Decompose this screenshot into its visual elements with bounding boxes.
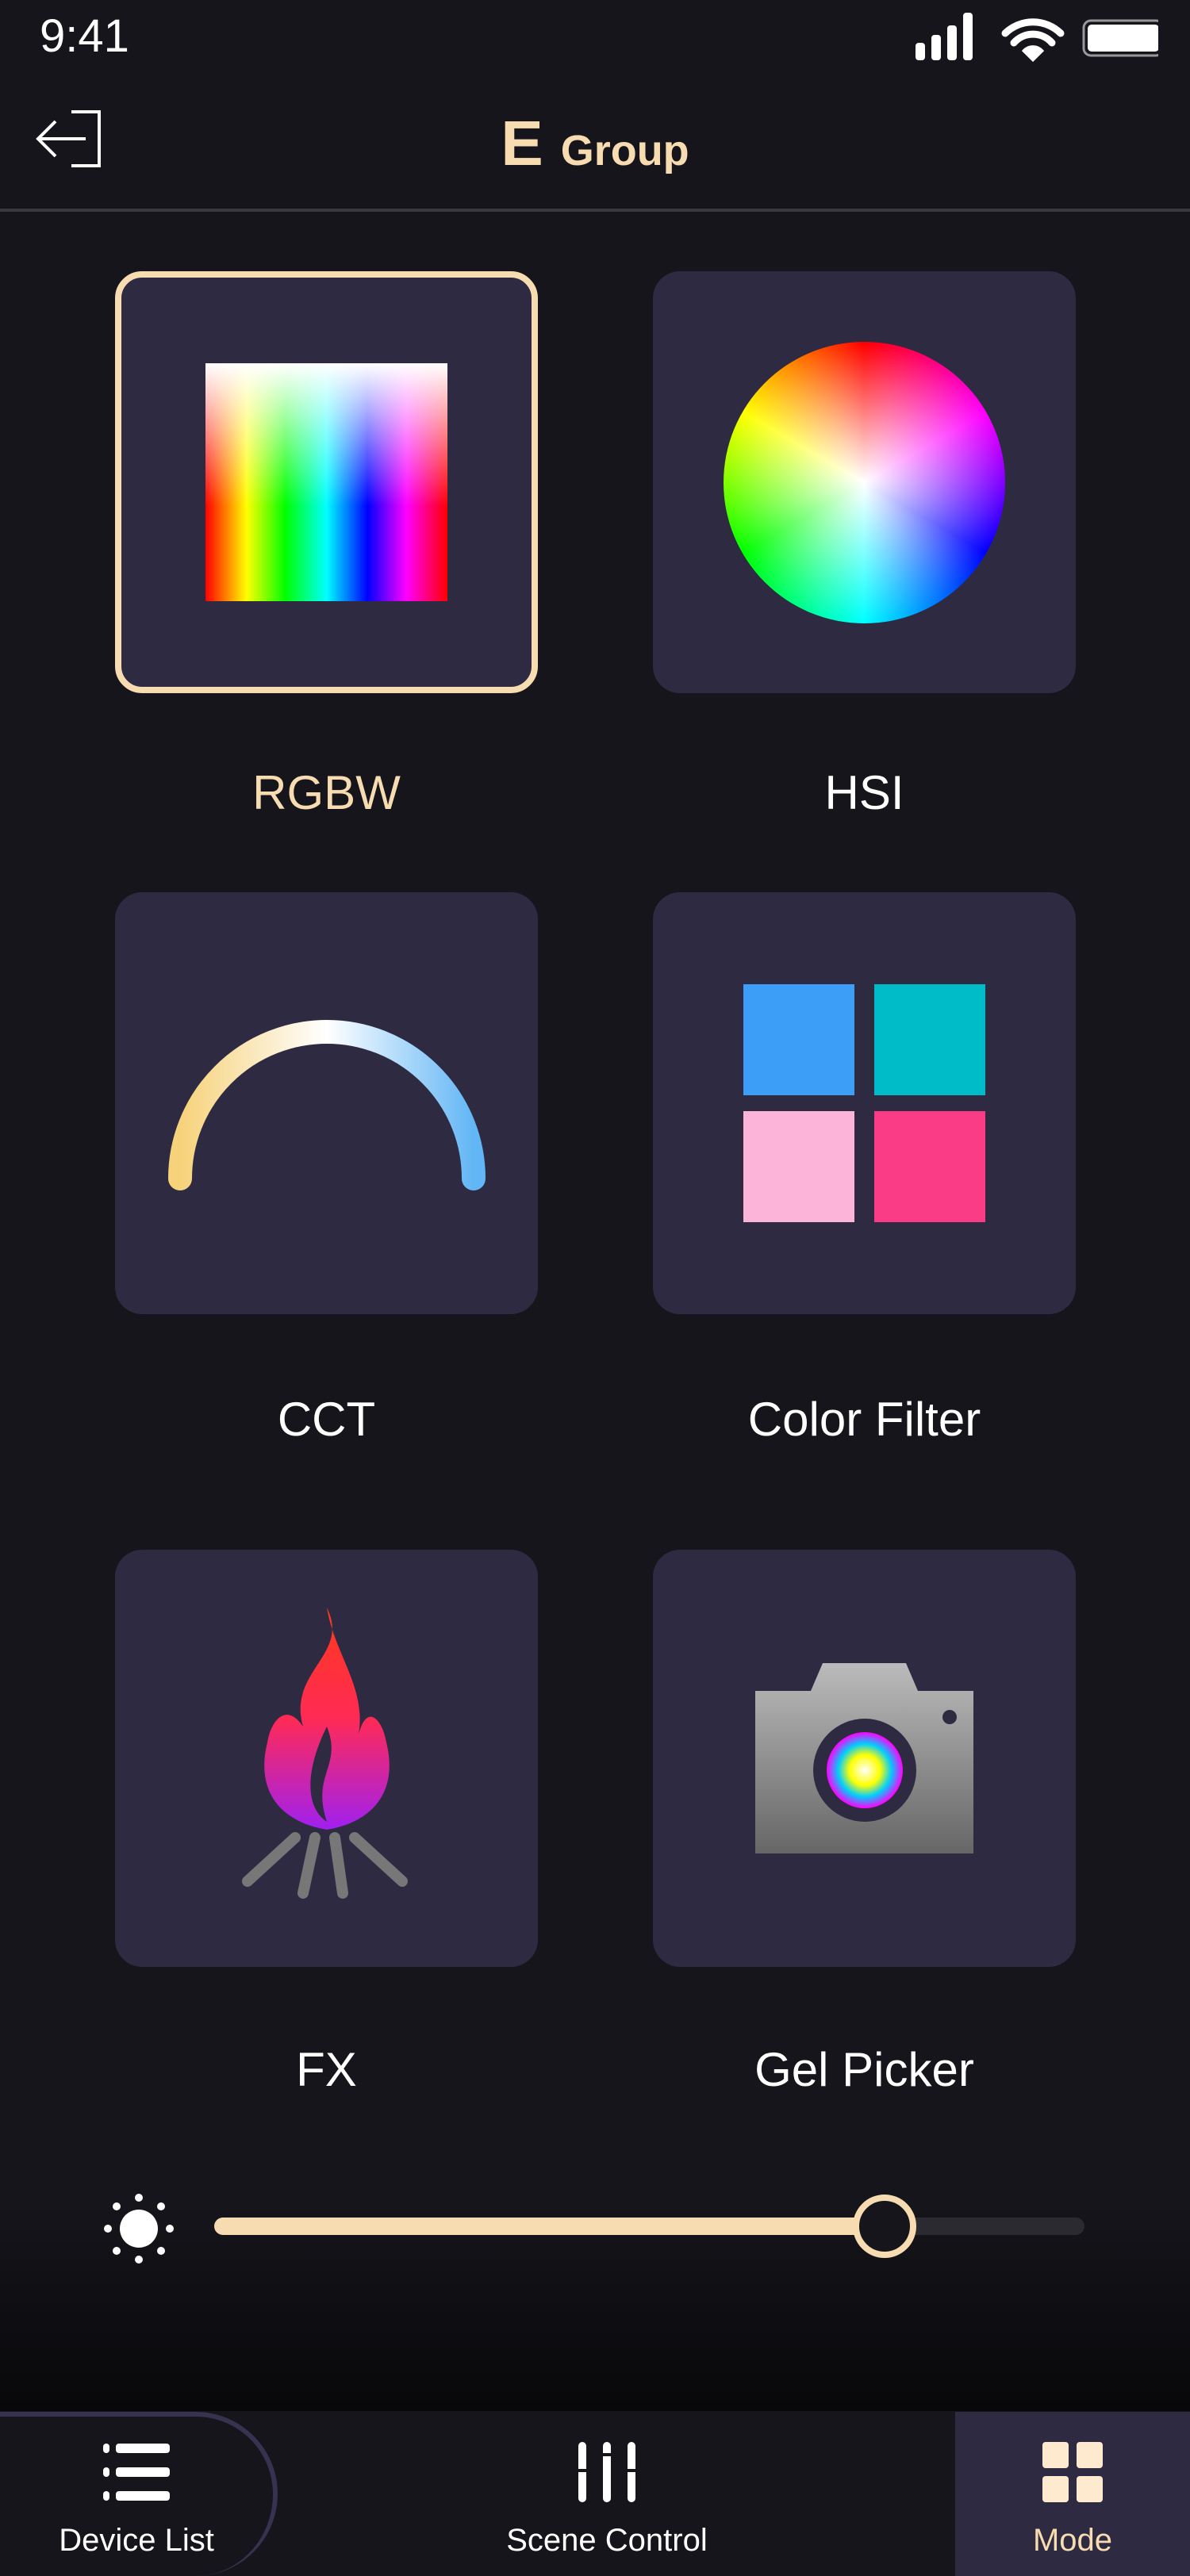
mode-label-hsi: HSI bbox=[824, 766, 904, 819]
mode-label-rgbw: RGBW bbox=[252, 766, 401, 819]
mode-label-cct: CCT bbox=[277, 1393, 376, 1446]
header-divider bbox=[0, 209, 1190, 212]
list-icon bbox=[103, 2444, 170, 2501]
nav-scene-control[interactable]: Scene Control bbox=[428, 2412, 785, 2576]
mode-tile-rgbw[interactable] bbox=[115, 271, 538, 693]
mode-tile-cct[interactable] bbox=[115, 892, 538, 1314]
mode-label-gel-picker: Gel Picker bbox=[754, 2043, 974, 2096]
mode-tile-hsi[interactable] bbox=[653, 271, 1076, 693]
nav-label: Device List bbox=[59, 2523, 214, 2558]
color-filter-grid-icon bbox=[743, 984, 985, 1222]
brightness-slider[interactable] bbox=[214, 2195, 1084, 2258]
rgbw-gradient-icon bbox=[205, 363, 447, 601]
mode-label-fx: FX bbox=[296, 2043, 357, 2096]
bottom-gradient bbox=[0, 2205, 1190, 2411]
sliders-icon bbox=[577, 2442, 637, 2502]
status-icons bbox=[916, 13, 1158, 62]
camera-icon bbox=[755, 1663, 973, 1853]
nav-device-list[interactable]: Device List bbox=[0, 2412, 278, 2576]
status-time: 9:41 bbox=[40, 10, 129, 62]
title-text: Group bbox=[560, 127, 689, 174]
mode-tile-gel-picker[interactable] bbox=[653, 1550, 1076, 1967]
cct-arc-icon bbox=[167, 1020, 486, 1190]
mode-tile-color-filter[interactable] bbox=[653, 892, 1076, 1314]
nav-label: Mode bbox=[1032, 2523, 1113, 2558]
bottom-nav: Device List Scene Control Mode bbox=[0, 2412, 1190, 2576]
mode-label-color-filter: Color Filter bbox=[747, 1393, 981, 1446]
battery-icon bbox=[1082, 19, 1158, 57]
brightness-icon bbox=[104, 2194, 174, 2264]
wifi-icon bbox=[1001, 18, 1065, 62]
grid-icon bbox=[1042, 2442, 1103, 2502]
signal-icon bbox=[916, 13, 973, 60]
brightness-fill bbox=[214, 2218, 885, 2235]
page-title: E Group bbox=[0, 107, 1190, 180]
title-letter: E bbox=[501, 108, 543, 178]
color-wheel-icon bbox=[724, 341, 1005, 623]
nav-mode[interactable]: Mode bbox=[955, 2412, 1190, 2576]
mode-tile-fx[interactable] bbox=[115, 1550, 538, 1967]
nav-label: Scene Control bbox=[506, 2523, 708, 2558]
brightness-knob[interactable] bbox=[852, 2195, 916, 2258]
fire-icon bbox=[241, 1608, 408, 1899]
